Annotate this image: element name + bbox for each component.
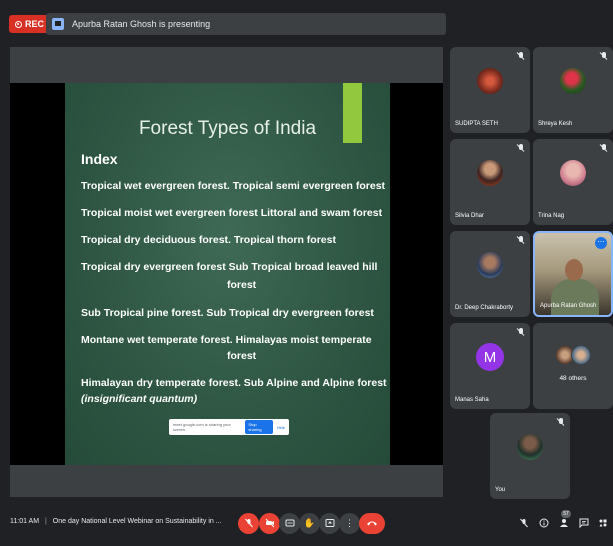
people-button[interactable]: 57 — [557, 510, 571, 530]
slide-line: Montane wet temperate forest. Himalayas … — [81, 334, 372, 346]
presenting-banner: Apurba Ratan Ghosh is presenting — [46, 13, 446, 35]
camera-toggle-button[interactable] — [259, 513, 280, 534]
mic-off-icon — [557, 418, 565, 426]
avatar: M — [476, 343, 504, 372]
slide-line: Tropical moist wet evergreen forest Litt… — [81, 207, 383, 219]
slide-index-heading: Index — [81, 151, 118, 167]
participant-tile[interactable]: Silvia Dhar — [450, 139, 530, 225]
camera-video — [551, 279, 599, 315]
participant-name: You — [495, 487, 506, 493]
hand-icon: ✋ — [303, 518, 316, 528]
avatar — [560, 68, 586, 95]
participant-name: Manas Saha — [455, 397, 489, 403]
recording-indicator: REC — [9, 15, 51, 33]
participant-tile[interactable]: M Manas Saha — [450, 323, 530, 409]
slide-line: Tropical dry evergreen forest Sub Tropic… — [81, 261, 378, 273]
camera-off-icon — [265, 518, 275, 530]
mic-toggle-button[interactable] — [238, 513, 259, 534]
others-count-label: 48 others — [559, 375, 587, 382]
mic-off-icon — [600, 144, 608, 152]
participant-tile[interactable]: Trina Nag — [533, 139, 613, 225]
slide-line: (insignificant quantum) — [81, 393, 198, 405]
chat-icon[interactable] — [577, 516, 591, 530]
mic-off-icon — [600, 52, 608, 60]
mic-off-icon — [517, 236, 525, 244]
avatar — [571, 345, 591, 365]
meeting-title: One day National Level Webinar on Sustai… — [52, 518, 222, 525]
slide-line: forest — [227, 350, 257, 362]
more-options-button[interactable]: ⋮ — [339, 513, 360, 534]
shared-screen: Forest Types of India Index Tropical wet… — [10, 83, 443, 465]
avatar — [477, 68, 503, 95]
avatar — [560, 160, 586, 187]
mic-off-icon — [517, 328, 525, 336]
mute-indicator-icon[interactable] — [517, 516, 531, 530]
presenting-text: Apurba Ratan Ghosh is presenting — [72, 19, 211, 29]
activities-icon[interactable] — [596, 516, 610, 530]
slide-title: Forest Types of India — [138, 118, 317, 139]
record-icon — [15, 20, 22, 28]
share-message: meet.google.com is sharing your screen. — [173, 422, 231, 432]
slide-line: Tropical wet evergreen forest. Tropical … — [81, 180, 386, 192]
mic-off-icon — [244, 518, 254, 530]
info-icon[interactable] — [537, 516, 551, 530]
bottom-bar: 11:01 AM | One day National Level Webina… — [0, 500, 613, 546]
raise-hand-button[interactable]: ✋ — [299, 513, 320, 534]
participant-name: SUDIPTA SETH — [455, 121, 498, 127]
meeting-info: 11:01 AM | One day National Level Webina… — [10, 518, 222, 525]
top-bar: REC Apurba Ratan Ghosh is presenting — [0, 0, 613, 40]
stop-sharing-button[interactable]: Stop sharing — [245, 420, 273, 434]
more-options-icon[interactable]: ⋯ — [595, 237, 607, 249]
slide-line: Tropical dry deciduous forest. Tropical … — [81, 234, 336, 246]
captions-button[interactable] — [279, 513, 300, 534]
slide-line: forest — [227, 279, 257, 291]
present-screen-icon — [52, 18, 64, 30]
phone-hangup-icon — [366, 519, 378, 529]
participant-name: Silvia Dhar — [455, 213, 485, 219]
present-button[interactable] — [319, 513, 340, 534]
others-avatars — [555, 345, 595, 367]
separator: | — [45, 518, 47, 525]
leave-call-button[interactable] — [359, 513, 385, 534]
mic-off-icon — [517, 144, 525, 152]
active-speaker-tile[interactable]: ⋯ Apurba Ratan Ghosh — [533, 231, 613, 317]
slide-line: Sub Tropical pine forest. Sub Tropical d… — [81, 307, 374, 319]
participant-name: Shreya Kesh — [538, 121, 573, 127]
slide-line: Himalayan dry temperate forest. Sub Alpi… — [81, 377, 387, 389]
more-vert-icon: ⋮ — [345, 518, 354, 528]
participant-tile[interactable]: SUDIPTA SETH — [450, 47, 530, 133]
participant-name: Trina Nag — [538, 213, 565, 219]
participant-name: Dr. Deep Chakraborty — [455, 305, 514, 311]
screen-share-bar: meet.google.com is sharing your screen. … — [169, 419, 289, 435]
hide-share-bar-button[interactable]: Hide — [277, 425, 285, 430]
participant-tile[interactable]: Shreya Kesh — [533, 47, 613, 133]
avatar — [517, 434, 543, 461]
present-icon — [325, 518, 335, 530]
recording-label: REC — [25, 19, 45, 29]
people-icon — [560, 519, 568, 527]
participant-tile[interactable]: Dr. Deep Chakraborty — [450, 231, 530, 317]
camera-face — [565, 259, 583, 281]
presentation-stage: Forest Types of India Index Tropical wet… — [10, 47, 443, 497]
avatar — [477, 252, 503, 279]
participant-count-badge: 57 — [561, 510, 571, 518]
others-tile[interactable]: 48 others — [533, 323, 613, 409]
avatar — [477, 160, 503, 187]
participant-name: Apurba Ratan Ghosh — [540, 303, 597, 309]
captions-icon — [285, 518, 295, 530]
self-tile[interactable]: You — [490, 413, 570, 499]
mic-off-icon — [517, 52, 525, 60]
meeting-time: 11:01 AM — [10, 518, 40, 525]
slide: Forest Types of India Index Tropical wet… — [65, 83, 390, 465]
